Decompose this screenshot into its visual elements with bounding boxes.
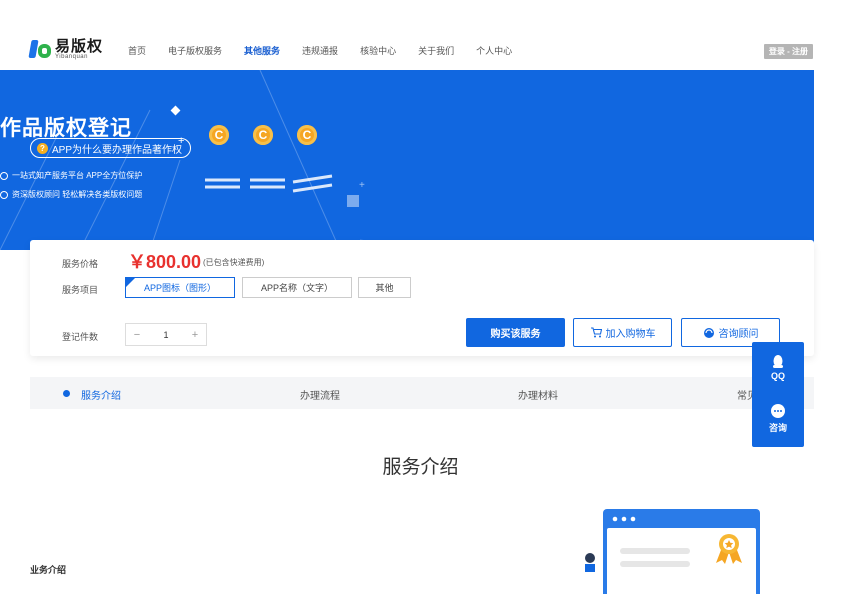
nav-home[interactable]: 首页 (128, 44, 146, 57)
add-to-cart-button[interactable]: 加入购物车 (573, 318, 672, 347)
price-label: 服务价格 (62, 259, 99, 269)
quantity-stepper: − 1 + (125, 323, 207, 346)
page: 易版权 Yibanquan 首页 电子版权服务 其他服务 违规通报 核验中心 关… (0, 0, 841, 594)
award-ribbon-icon (716, 534, 742, 564)
hero-banner: + + 作品版权登记 ? APP为什么要办理作品著作权 一站式知产服务平台 AP… (0, 70, 814, 250)
option-app-icon[interactable]: APP图标（图形） (125, 277, 235, 298)
banner-decoration: + + (0, 70, 431, 250)
check-circle-icon (0, 190, 8, 199)
floating-contact-bar: QQ 咨询 (752, 342, 804, 447)
order-panel: 服务价格 ￥800.00 (已包含快递费用) 服务项目 APP图标（图形） AP… (30, 240, 814, 356)
top-navbar: 易版权 Yibanquan 首页 电子版权服务 其他服务 违规通报 核验中心 关… (0, 28, 841, 70)
option-app-name[interactable]: APP名称（文字） (242, 277, 352, 298)
detail-tabs: 服务介绍 办理流程 办理材料 常见 (30, 377, 814, 409)
headset-icon (703, 328, 714, 338)
price-value: ￥800.00 (128, 252, 202, 272)
logo-icon (28, 38, 52, 60)
nav-other-services[interactable]: 其他服务 (244, 44, 280, 57)
main-nav: 首页 电子版权服务 其他服务 违规通报 核验中心 关于我们 个人中心 (128, 44, 534, 57)
nav-about-us[interactable]: 关于我们 (418, 44, 454, 57)
plus-button[interactable]: + (184, 329, 206, 341)
banner-pill-text: APP为什么要办理作品著作权 (52, 144, 183, 156)
banner-question-pill[interactable]: ? APP为什么要办理作品著作权 (30, 138, 192, 158)
login-register-button[interactable]: 登录 - 注册 (763, 44, 813, 59)
online-consult-button[interactable]: 咨询 (752, 404, 804, 434)
tab-service-intro[interactable]: 服务介绍 (81, 387, 121, 402)
site-logo[interactable]: 易版权 Yibanquan (28, 37, 104, 60)
check-circle-icon (0, 171, 8, 180)
nav-verify-center[interactable]: 核验中心 (360, 44, 396, 57)
option-other[interactable]: 其他 (358, 277, 411, 298)
tab-materials[interactable]: 办理材料 (518, 387, 558, 402)
qq-contact-button[interactable]: QQ (752, 354, 804, 381)
logo-name: 易版权 (55, 37, 104, 55)
qq-penguin-icon (773, 355, 783, 368)
nav-violation-report[interactable]: 违规通报 (302, 44, 338, 57)
nav-personal-center[interactable]: 个人中心 (476, 44, 512, 57)
count-label: 登记件数 (62, 332, 99, 342)
person-figure-icon (585, 553, 595, 572)
banner-feature-2: 资深版权顾问 轻松解决各类版权问题 (0, 189, 142, 200)
copyright-coin-icon: C (253, 125, 273, 145)
chat-bubble-icon (771, 404, 785, 418)
copyright-coin-icon: C (297, 125, 317, 145)
tab-process[interactable]: 办理流程 (300, 387, 340, 402)
buy-service-button[interactable]: 购买该服务 (466, 318, 565, 347)
cart-icon (590, 327, 602, 338)
active-tab-dot-icon (63, 390, 70, 397)
service-illustration (603, 509, 760, 594)
item-label: 服务项目 (62, 285, 99, 295)
nav-e-copyright[interactable]: 电子版权服务 (168, 44, 222, 57)
quantity-input[interactable]: 1 (148, 330, 184, 340)
minus-button[interactable]: − (126, 329, 148, 341)
banner-feature-1: 一站式知产服务平台 APP全方位保护 (0, 170, 142, 181)
section-title: 服务介绍 (382, 457, 459, 478)
copyright-coin-icon: C (209, 125, 229, 145)
svg-text:+: + (359, 180, 365, 191)
section-subtitle: 业务介绍 (30, 565, 67, 575)
question-icon: ? (37, 142, 48, 154)
price-note: (已包含快递费用) (203, 258, 265, 267)
